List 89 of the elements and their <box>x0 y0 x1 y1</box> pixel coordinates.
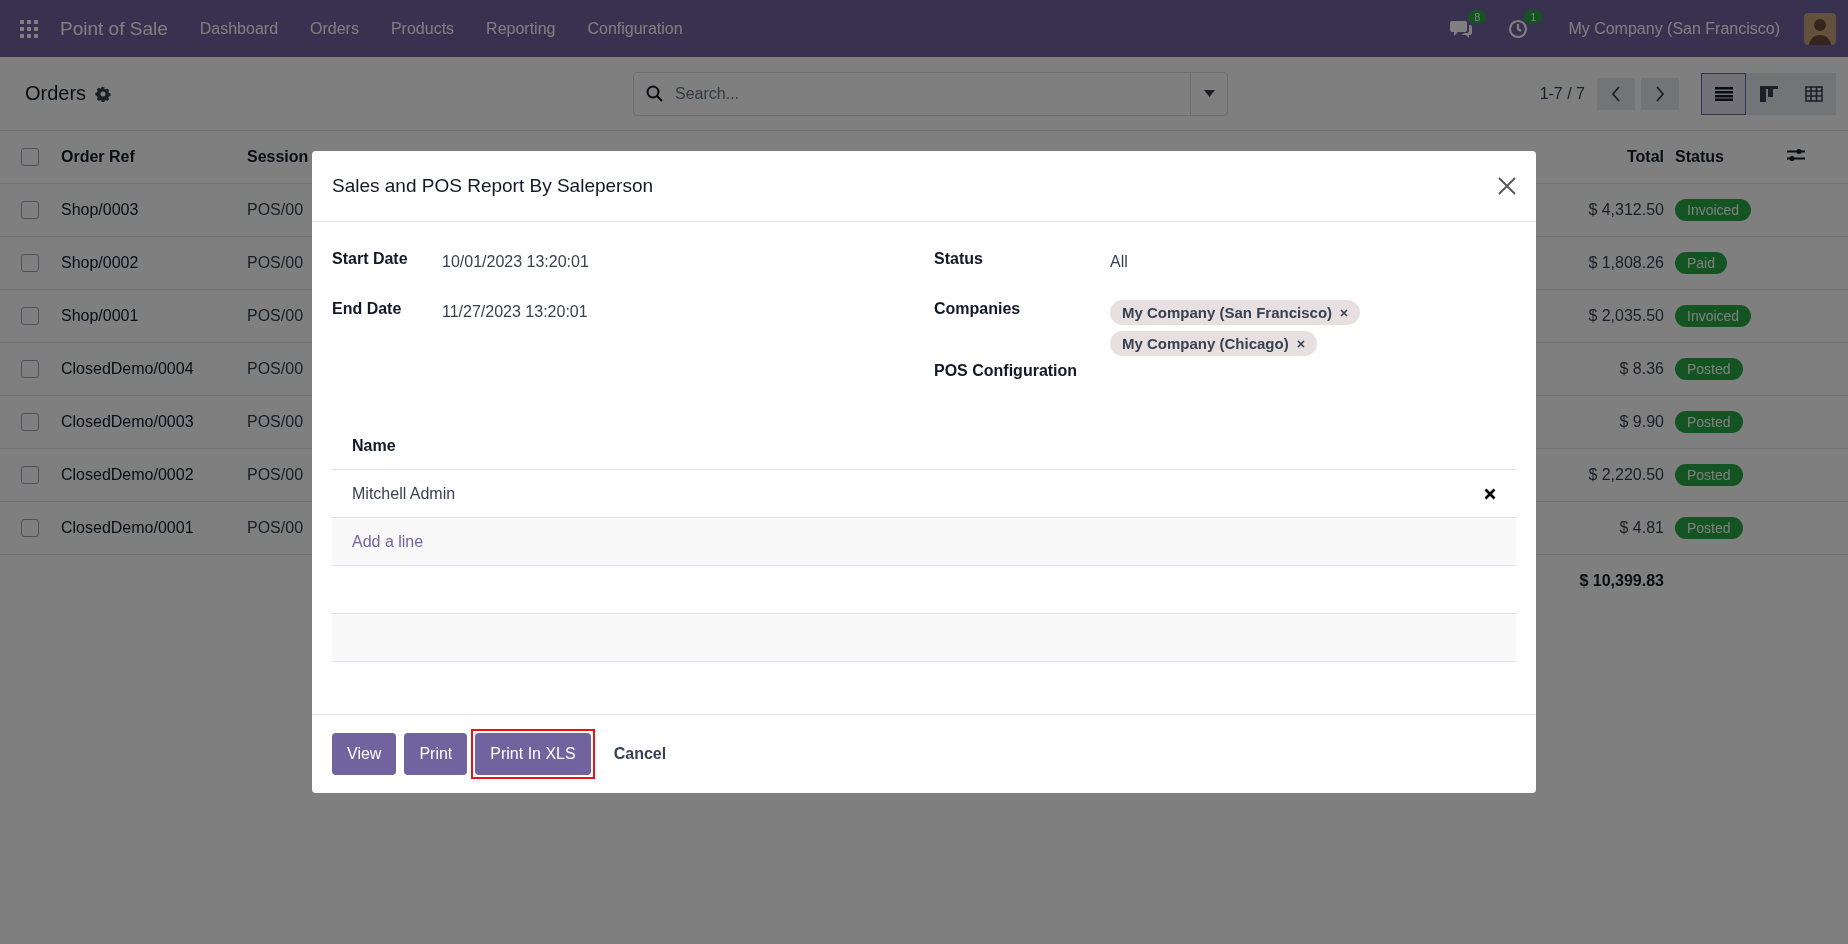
previous-button[interactable] <box>1597 77 1635 110</box>
menu-item[interactable]: Configuration <box>575 13 695 44</box>
kanban-view-icon <box>1759 85 1778 102</box>
total-amount: $ 2,220.50 <box>1588 466 1664 483</box>
dialog-button[interactable]: Print In XLS <box>471 729 595 779</box>
session-text: POS/00 <box>247 360 304 377</box>
search-field[interactable]: Search... <box>633 71 1228 116</box>
menu-item[interactable]: Reporting <box>474 13 568 44</box>
chevron-right-icon <box>1655 85 1665 102</box>
select-all-checkbox[interactable] <box>21 148 39 166</box>
settings-icon[interactable] <box>95 85 112 102</box>
status-field[interactable]: All <box>1110 250 1516 271</box>
row-checkbox[interactable] <box>21 201 39 219</box>
chat-icon[interactable] <box>1450 18 1473 39</box>
chevron-left-icon <box>1611 85 1621 102</box>
column-header[interactable]: Total <box>1626 148 1664 165</box>
column-header[interactable]: Status <box>1675 148 1724 165</box>
total-amount: $ 9.90 <box>1619 413 1664 430</box>
company-tag[interactable]: My Company (Chicago) <box>1110 331 1317 356</box>
row-checkbox[interactable] <box>21 519 39 537</box>
pivot-view-icon <box>1804 85 1823 102</box>
next-button[interactable] <box>1641 77 1679 110</box>
row-checkbox[interactable] <box>21 466 39 484</box>
column-header[interactable]: Session <box>247 148 309 165</box>
avatar-icon[interactable] <box>1804 12 1836 45</box>
order-ref: Shop/0003 <box>61 201 139 218</box>
menu-item[interactable]: Orders <box>298 13 371 44</box>
close-icon[interactable] <box>1498 177 1516 195</box>
dialog-title: Sales and POS Report By Saleperson <box>332 175 654 197</box>
order-ref: ClosedDemo/0001 <box>61 519 194 536</box>
date-field[interactable]: 11/27/2023 13:20:01 <box>442 300 914 321</box>
column-header: Name <box>352 436 396 455</box>
order-ref: ClosedDemo/0002 <box>61 466 194 483</box>
field-label: End Date <box>332 300 403 318</box>
grand-total: $ 10,399.83 <box>1579 572 1664 589</box>
menu-item[interactable]: Dashboard <box>187 13 291 44</box>
app-name[interactable]: Point of Sale <box>60 17 168 40</box>
sliders-icon[interactable] <box>1787 147 1805 163</box>
total-amount: $ 4.81 <box>1619 519 1664 536</box>
message-count: 8 <box>1468 9 1487 24</box>
total-amount: $ 8.36 <box>1619 360 1664 377</box>
total-amount: $ 4,312.50 <box>1588 201 1664 218</box>
clock-icon[interactable] <box>1508 18 1529 39</box>
order-ref: Shop/0002 <box>61 254 139 271</box>
field-label: Companies <box>934 300 1022 318</box>
date-field[interactable]: 10/01/2023 13:20:01 <box>442 250 914 271</box>
page-title: Orders <box>25 82 87 105</box>
caret-icon[interactable] <box>1203 90 1215 97</box>
order-ref: Shop/0001 <box>61 307 139 324</box>
status-badge: Invoiced <box>1675 199 1752 221</box>
field-label: Status <box>934 250 984 268</box>
total-amount: $ 2,035.50 <box>1588 307 1664 324</box>
session-text: POS/00 <box>247 519 304 536</box>
activity-count: 1 <box>1524 9 1543 24</box>
status-badge: Posted <box>1675 464 1743 486</box>
row-checkbox[interactable] <box>21 307 39 325</box>
session-text: POS/00 <box>247 201 304 218</box>
status-badge: Paid <box>1675 252 1728 274</box>
column-header[interactable]: Order Ref <box>61 148 135 165</box>
status-badge: Posted <box>1675 411 1743 433</box>
menu-item[interactable]: Products <box>378 13 467 44</box>
row-checkbox[interactable] <box>21 413 39 431</box>
status-badge: Posted <box>1675 517 1743 539</box>
company-tag[interactable]: My Company (San Francisco) <box>1110 300 1361 325</box>
list-view-icon <box>1714 86 1733 101</box>
add-line-link[interactable]: Add a line <box>352 532 424 551</box>
company-name[interactable]: My Company (San Francisco) <box>1568 19 1780 38</box>
view-switch-button[interactable] <box>1701 72 1746 115</box>
session-text: POS/00 <box>247 413 304 430</box>
dialog-button[interactable]: Cancel <box>594 729 686 779</box>
order-ref: ClosedDemo/0004 <box>61 360 194 377</box>
session-text: POS/00 <box>247 307 304 324</box>
field-label: POS Configuration <box>934 362 1079 380</box>
session-text: POS/00 <box>247 466 304 483</box>
order-ref: ClosedDemo/0003 <box>61 413 194 430</box>
status-badge: Posted <box>1675 358 1743 380</box>
row-checkbox[interactable] <box>21 254 39 272</box>
remove-icon[interactable] <box>1340 308 1349 317</box>
field-label: Start Date <box>332 250 409 268</box>
remove-icon[interactable] <box>1296 339 1305 348</box>
salesperson-name[interactable]: Mitchell Admin <box>352 484 456 503</box>
status-badge: Invoiced <box>1675 305 1752 327</box>
total-amount: $ 1,808.26 <box>1588 254 1664 271</box>
search-icon <box>646 85 663 102</box>
row-checkbox[interactable] <box>21 360 39 378</box>
app-grid-icon[interactable] <box>20 19 38 38</box>
session-text: POS/00 <box>247 254 304 271</box>
delete-icon[interactable] <box>1484 487 1496 500</box>
pager-text: 1-7 / 7 <box>1539 84 1585 103</box>
